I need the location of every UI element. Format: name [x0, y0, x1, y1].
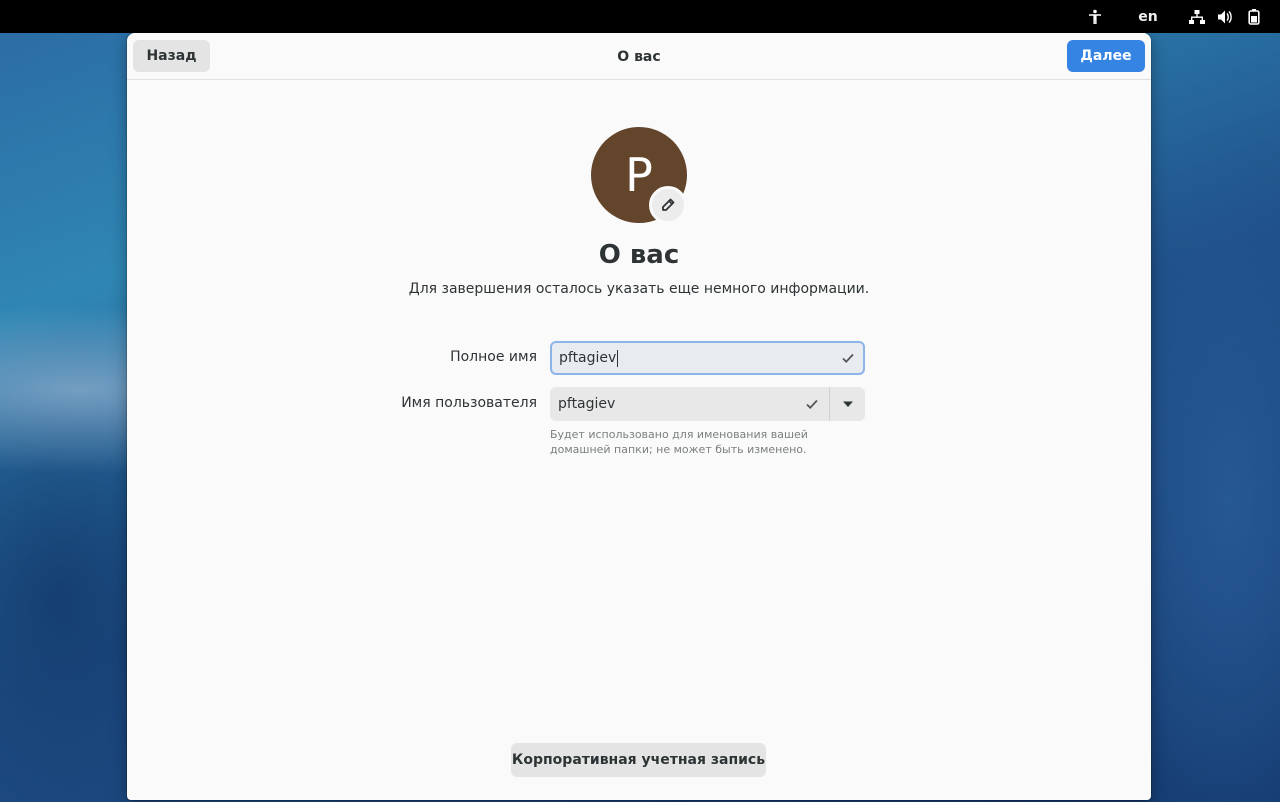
page-heading: О вас	[598, 240, 680, 270]
network-icon[interactable]	[1187, 0, 1207, 33]
pencil-icon	[661, 198, 675, 212]
battery-icon[interactable]	[1244, 0, 1264, 33]
chevron-down-icon	[842, 400, 854, 408]
username-input[interactable]: pftagiev	[550, 387, 829, 421]
fullname-value: pftagiev	[559, 350, 617, 366]
fullname-input[interactable]: pftagiev	[550, 341, 865, 375]
page-description: Для завершения осталось указать еще немн…	[408, 281, 870, 297]
accessibility-icon[interactable]	[1084, 0, 1106, 33]
username-value: pftagiev	[558, 396, 616, 412]
top-bar: en	[0, 0, 1280, 33]
avatar-initial: P	[625, 148, 653, 202]
enterprise-login-button[interactable]: Корпоративная учетная запись	[511, 743, 766, 777]
window-title: О вас	[617, 48, 661, 65]
username-dropdown-button[interactable]	[829, 387, 865, 421]
username-check-icon	[805, 387, 819, 421]
fullname-check-icon	[841, 343, 855, 373]
back-button[interactable]: Назад	[133, 40, 210, 72]
fullname-label: Полное имя	[450, 349, 537, 365]
next-button[interactable]: Далее	[1067, 40, 1145, 72]
username-label: Имя пользователя	[401, 395, 537, 411]
username-hint: Будет использовано для именования вашей …	[550, 428, 808, 456]
language-indicator[interactable]: en	[1136, 0, 1160, 33]
edit-avatar-button[interactable]	[649, 186, 687, 224]
setup-window: О вас Назад Далее P О вас Для завершения…	[127, 33, 1151, 800]
header-bar: О вас Назад Далее	[127, 33, 1151, 80]
volume-icon[interactable]	[1215, 0, 1235, 33]
text-cursor	[617, 349, 619, 367]
